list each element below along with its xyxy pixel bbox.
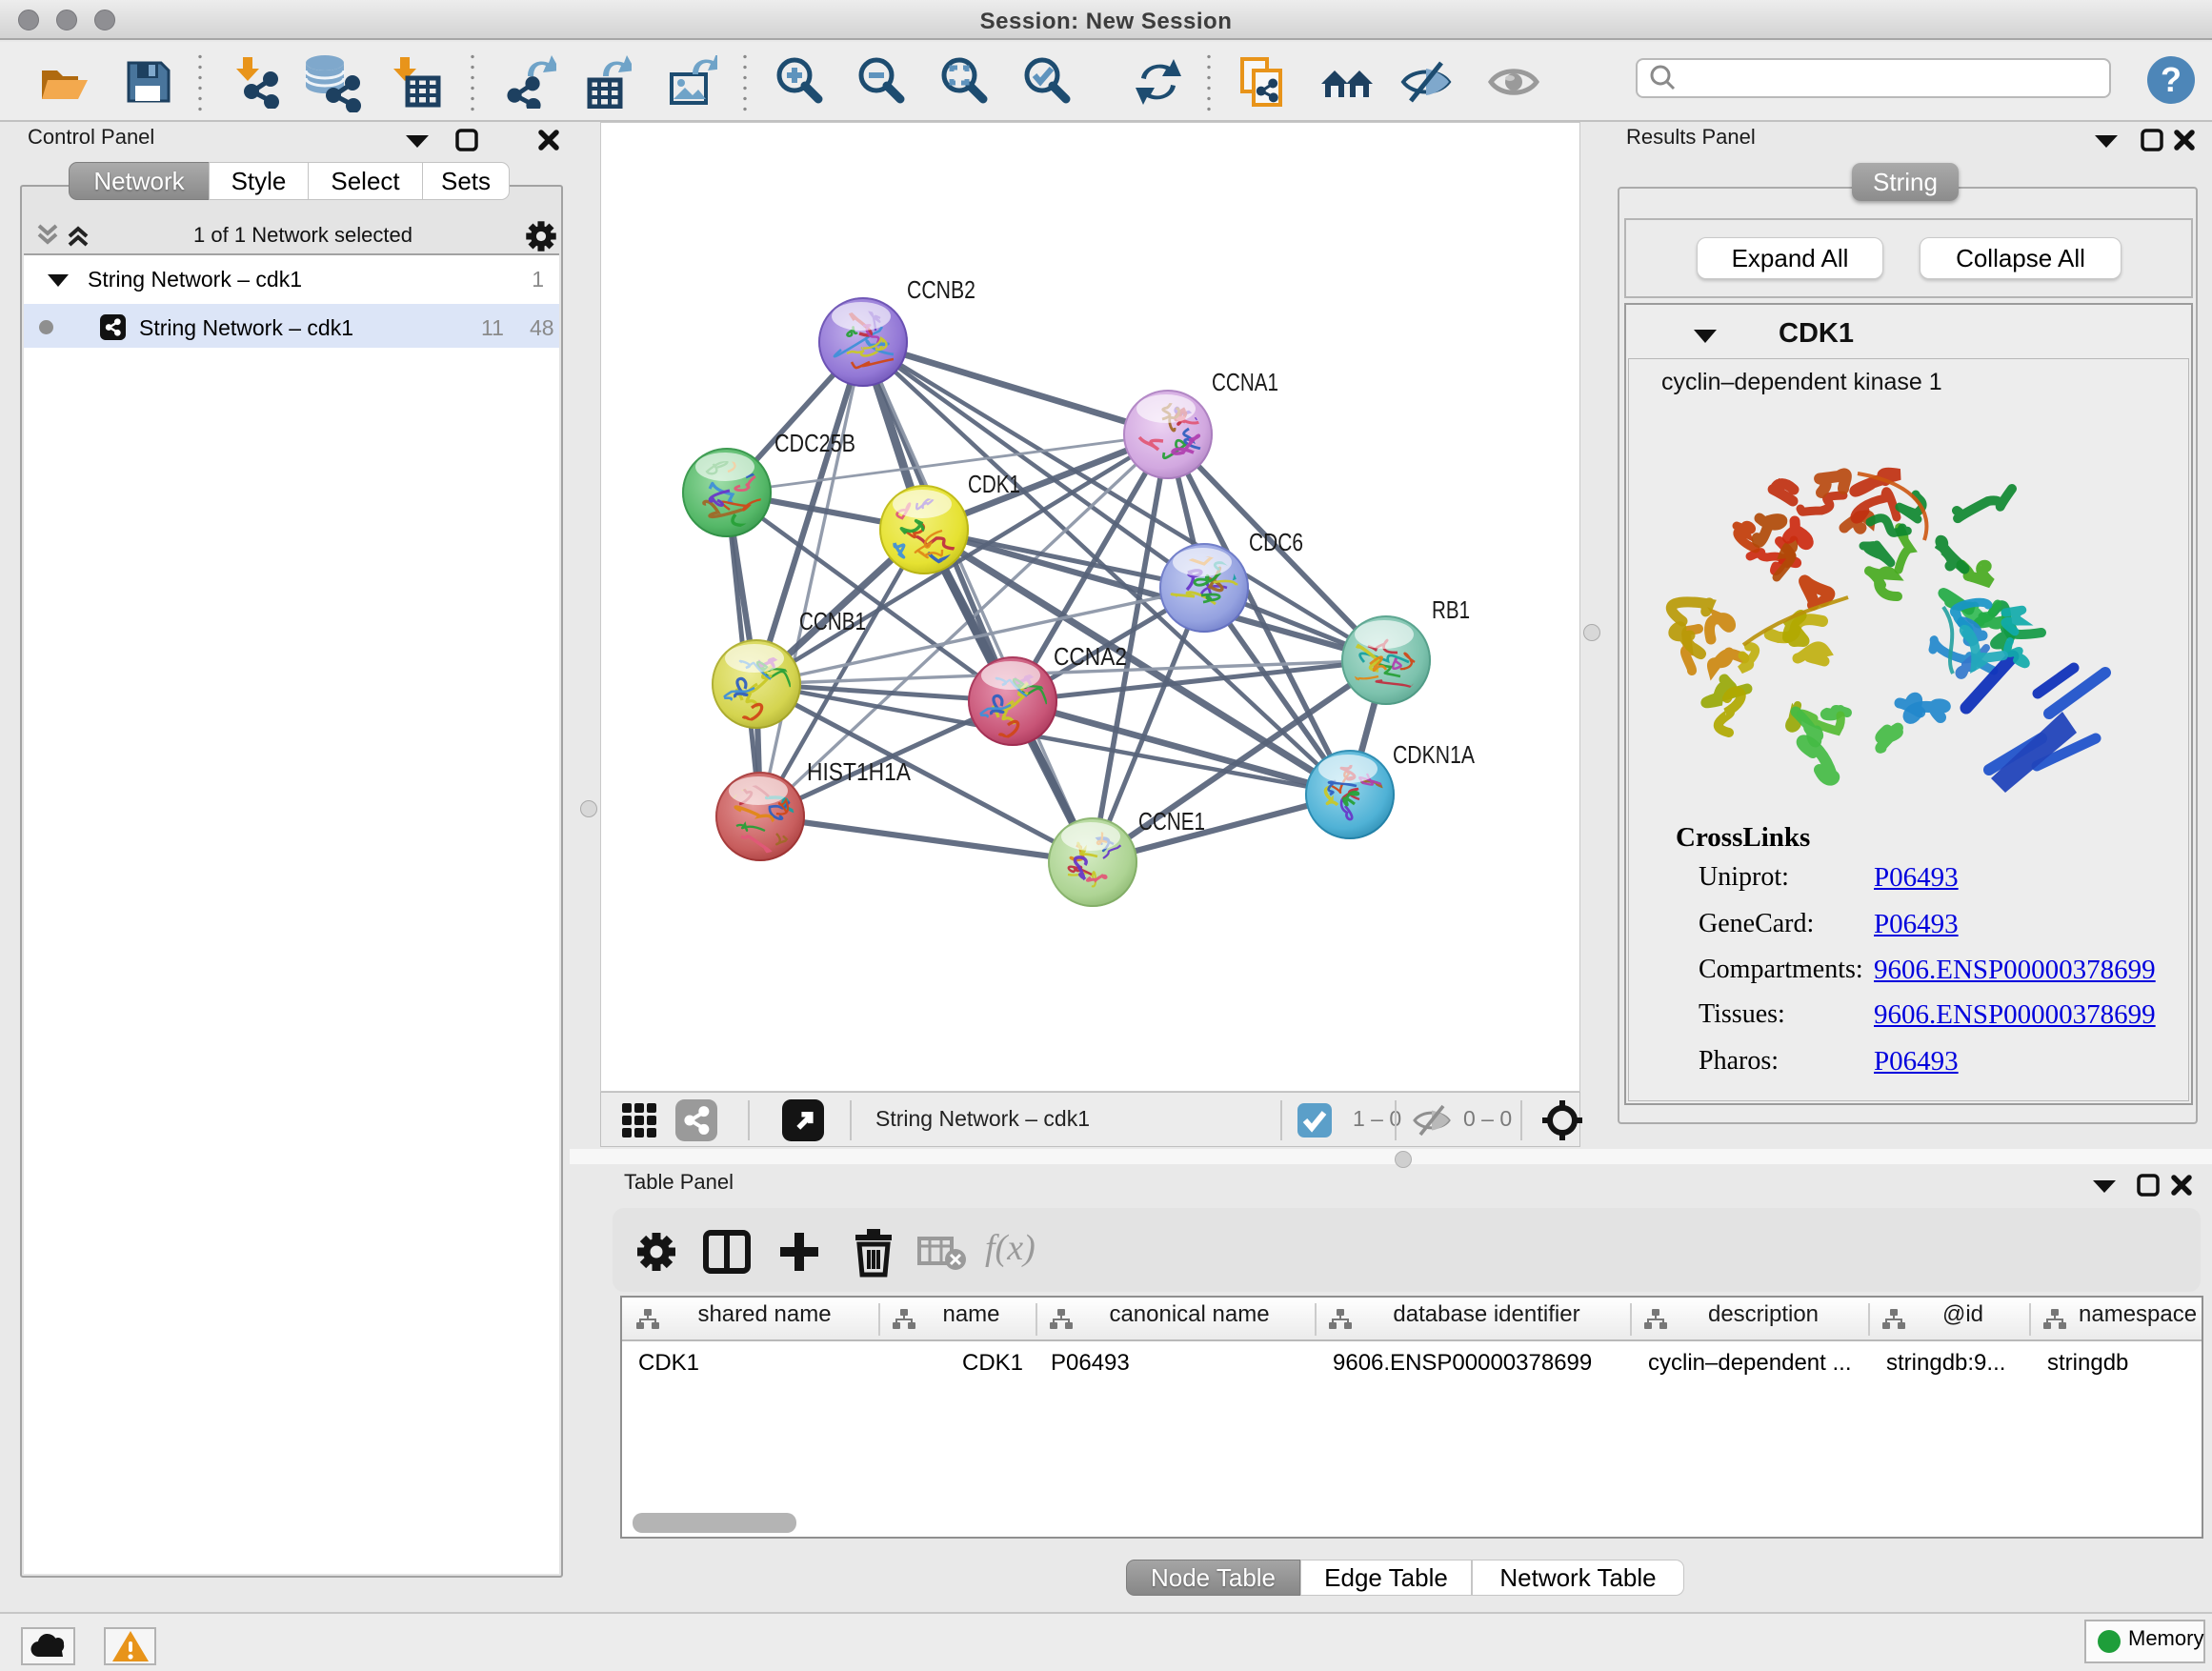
svg-text:CCNB2: CCNB2 <box>907 275 975 304</box>
svg-text:CDK1: CDK1 <box>968 470 1020 498</box>
svg-text:CDC6: CDC6 <box>1249 528 1303 556</box>
svg-text:CCNB1: CCNB1 <box>799 607 866 635</box>
svg-text:CDKN1A: CDKN1A <box>1393 740 1476 769</box>
svg-text:CCNA2: CCNA2 <box>1054 642 1127 671</box>
svg-text:CDC25B: CDC25B <box>774 429 855 457</box>
svg-text:CCNA1: CCNA1 <box>1212 368 1278 396</box>
svg-text:RB1: RB1 <box>1432 595 1470 624</box>
svg-text:HIST1H1A: HIST1H1A <box>807 757 912 786</box>
svg-text:?: ? <box>2161 60 2182 99</box>
svg-text:CCNE1: CCNE1 <box>1138 807 1205 836</box>
